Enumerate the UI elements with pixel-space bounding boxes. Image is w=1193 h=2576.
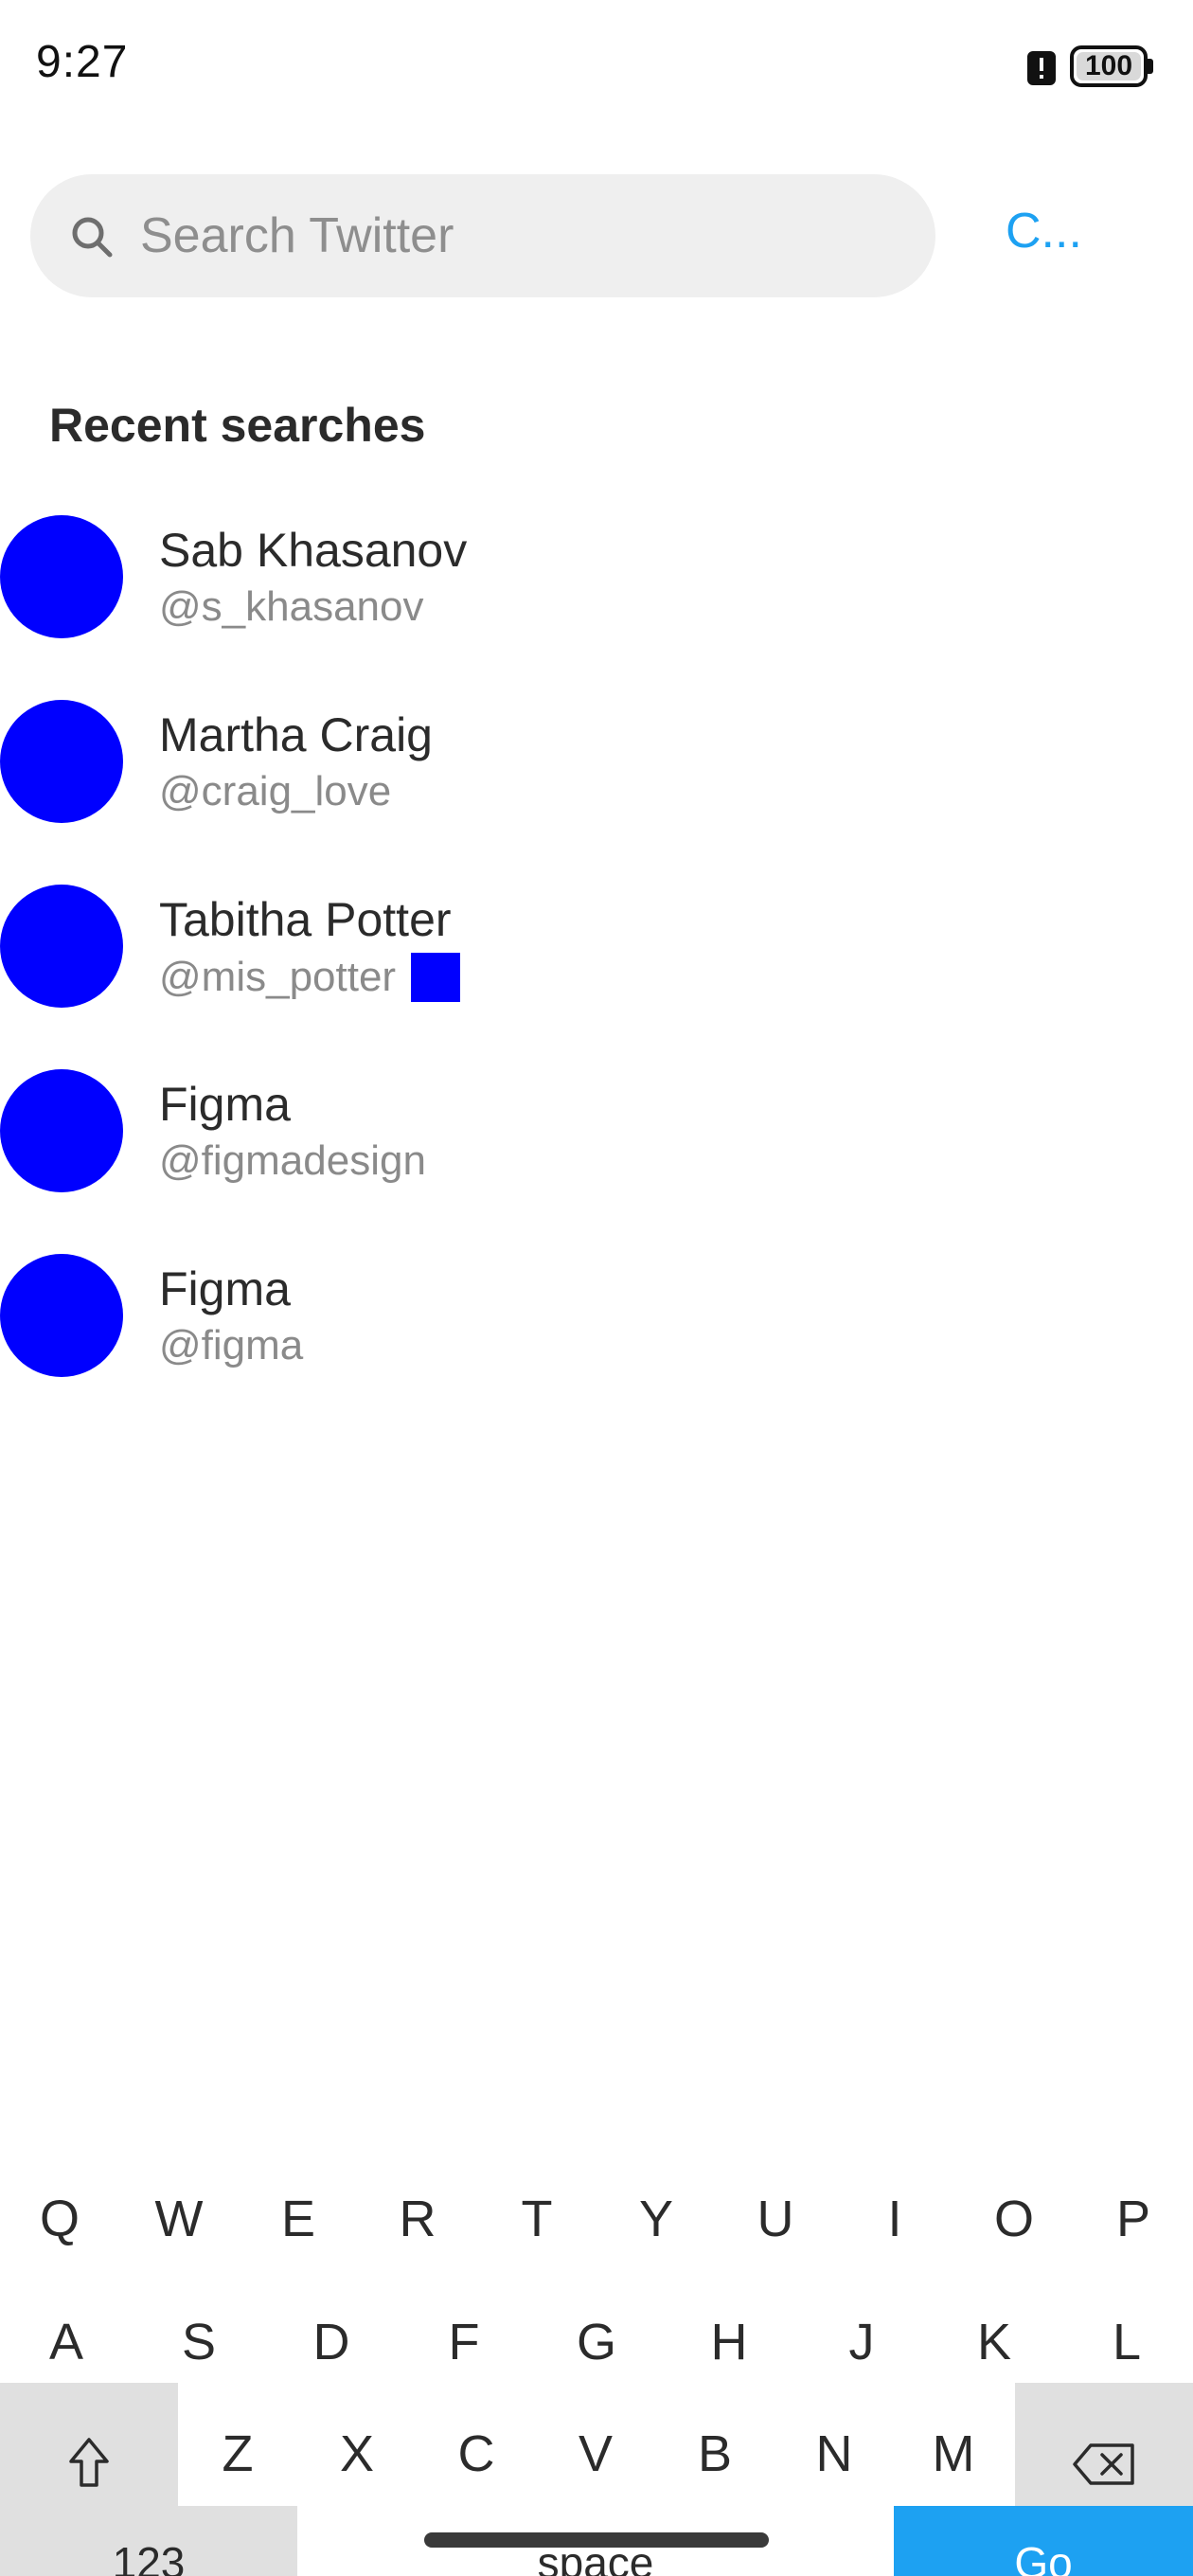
recent-item-martha-craig[interactable]: Martha Craig @craig_love	[0, 681, 1193, 832]
backspace-key[interactable]	[1015, 2383, 1193, 2506]
user-handle: @mis_potter	[159, 953, 461, 1002]
keyboard: Q W E R T Y U I O P A S D F G H J K L Z …	[0, 2129, 1193, 2576]
search-bar[interactable]	[30, 174, 935, 297]
key-z[interactable]: Z	[178, 2402, 297, 2506]
key-o[interactable]: O	[954, 2167, 1074, 2271]
search-input[interactable]	[140, 203, 898, 269]
key-b[interactable]: B	[655, 2402, 775, 2506]
key-x[interactable]: X	[297, 2402, 417, 2506]
user-handle-text: @s_khasanov	[159, 583, 424, 630]
recent-item-tabitha-potter[interactable]: Tabitha Potter @mis_potter	[0, 866, 1193, 1017]
key-r[interactable]: R	[358, 2167, 477, 2271]
key-y[interactable]: Y	[596, 2167, 716, 2271]
user-handle-text: @mis_potter	[159, 954, 397, 1000]
go-key[interactable]: Go	[894, 2506, 1193, 2576]
key-w[interactable]: W	[119, 2167, 239, 2271]
avatar	[0, 1254, 123, 1377]
key-m[interactable]: M	[894, 2402, 1013, 2506]
key-f[interactable]: F	[398, 2290, 530, 2394]
numbers-key[interactable]: 123	[0, 2506, 297, 2576]
search-icon	[72, 217, 113, 258]
status-time: 9:27	[36, 37, 129, 87]
key-d[interactable]: D	[265, 2290, 398, 2394]
recent-item-figma[interactable]: Figma @figma	[0, 1235, 1193, 1386]
user-handle-text: @craig_love	[159, 768, 392, 814]
user-handle: @craig_love	[159, 768, 391, 815]
screen: 9:27 100 C... Recent searches Sab Khasan…	[0, 0, 1193, 2576]
key-s[interactable]: S	[133, 2290, 265, 2394]
shift-key[interactable]	[0, 2383, 178, 2506]
user-name: Figma	[159, 1262, 291, 1315]
battery-tip	[1148, 59, 1153, 74]
user-handle-text: @figmadesign	[159, 1137, 426, 1184]
user-handle-text: @figma	[159, 1322, 304, 1368]
key-p[interactable]: P	[1074, 2167, 1193, 2271]
key-v[interactable]: V	[536, 2402, 655, 2506]
recent-item-sab-khasanov[interactable]: Sab Khasanov @s_khasanov	[0, 496, 1193, 648]
user-name: Tabitha Potter	[159, 893, 452, 946]
battery-indicator: 100	[1070, 45, 1148, 87]
key-c[interactable]: C	[417, 2402, 536, 2506]
key-n[interactable]: N	[775, 2402, 894, 2506]
key-u[interactable]: U	[716, 2167, 835, 2271]
user-name: Sab Khasanov	[159, 524, 468, 577]
avatar	[0, 700, 123, 823]
user-handle: @s_khasanov	[159, 583, 424, 631]
alert-icon	[1027, 51, 1056, 85]
battery-level: 100	[1084, 50, 1133, 81]
key-a[interactable]: A	[0, 2290, 133, 2394]
verified-badge-icon	[411, 953, 461, 1002]
key-l[interactable]: L	[1060, 2290, 1193, 2394]
user-handle: @figmadesign	[159, 1137, 426, 1185]
user-name: Figma	[159, 1078, 291, 1131]
key-t[interactable]: T	[477, 2167, 596, 2271]
key-e[interactable]: E	[239, 2167, 358, 2271]
user-name: Martha Craig	[159, 708, 433, 761]
avatar	[0, 1069, 123, 1192]
home-indicator[interactable]	[424, 2532, 769, 2548]
cancel-button[interactable]: C...	[1006, 203, 1082, 259]
key-q[interactable]: Q	[0, 2167, 119, 2271]
key-g[interactable]: G	[530, 2290, 663, 2394]
recent-searches-title: Recent searches	[49, 399, 426, 452]
key-k[interactable]: K	[928, 2290, 1060, 2394]
user-handle: @figma	[159, 1322, 303, 1369]
avatar	[0, 515, 123, 638]
avatar	[0, 885, 123, 1008]
key-i[interactable]: I	[835, 2167, 954, 2271]
shift-icon	[69, 2437, 109, 2487]
key-j[interactable]: J	[795, 2290, 928, 2394]
status-bar: 9:27 100	[0, 0, 1193, 133]
recent-item-figma-design[interactable]: Figma @figmadesign	[0, 1050, 1193, 1202]
key-h[interactable]: H	[663, 2290, 795, 2394]
backspace-icon	[1073, 2443, 1134, 2485]
